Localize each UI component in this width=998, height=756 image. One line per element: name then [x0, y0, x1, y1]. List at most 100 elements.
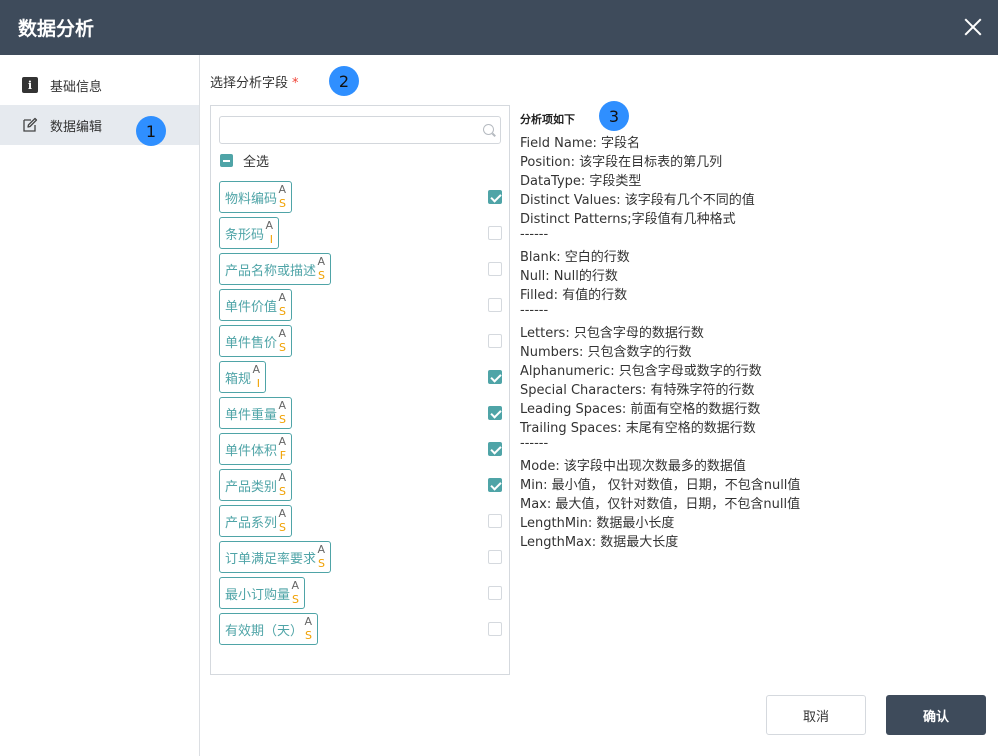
- analysis-item-line: LengthMax: 数据最大长度: [520, 535, 679, 550]
- field-select-label: 选择分析字段 *: [210, 72, 299, 91]
- indeterminate-checkbox-icon: [220, 154, 233, 167]
- confirm-button[interactable]: 确认: [886, 695, 986, 735]
- analysis-item-line: ------: [520, 227, 549, 242]
- field-checkbox[interactable]: [488, 622, 502, 636]
- field-type-bottom: S: [279, 485, 287, 498]
- field-tag[interactable]: 单件价值 A S: [219, 289, 293, 321]
- analysis-item-line: Special Characters: 有特殊字符的行数: [520, 383, 755, 398]
- field-checkbox[interactable]: [488, 298, 502, 312]
- analysis-item-line: ------: [520, 436, 549, 451]
- analysis-item-line: Trailing Spaces: 末尾有空格的数据行数: [520, 421, 756, 436]
- required-mark: *: [292, 76, 299, 91]
- field-checkbox[interactable]: [488, 370, 502, 384]
- sidebar-item-basic-info[interactable]: i 基础信息: [0, 65, 199, 105]
- dialog-title: 数据分析: [18, 18, 95, 40]
- analysis-item-line: Blank: 空白的行数: [520, 250, 630, 265]
- select-all-checkbox[interactable]: 全选: [220, 151, 269, 170]
- field-tag[interactable]: 单件售价 A S: [219, 325, 293, 357]
- edit-icon: [22, 117, 38, 133]
- field-name: 有效期（天）: [225, 623, 304, 639]
- field-name: 物料编码: [225, 191, 278, 207]
- field-checkbox[interactable]: [488, 550, 502, 564]
- field-checkbox[interactable]: [488, 262, 502, 276]
- field-type-bottom: F: [279, 449, 287, 462]
- field-checkbox[interactable]: [488, 586, 502, 600]
- field-type-bottom: S: [292, 593, 300, 606]
- field-type-top: A: [265, 219, 274, 232]
- field-tag[interactable]: 箱规 A I: [219, 361, 267, 393]
- field-type-bottom: S: [305, 629, 313, 642]
- sidebar-item-label: 数据编辑: [50, 119, 103, 135]
- analysis-item-line: Min: 最小值， 仅针对数值，日期，不包含null值: [520, 478, 801, 493]
- field-type-top: A: [278, 183, 287, 196]
- field-row: 箱规 A I: [219, 361, 502, 393]
- field-name: 产品类别: [225, 479, 278, 495]
- field-type-top: A: [278, 471, 287, 484]
- field-checkbox[interactable]: [488, 442, 502, 456]
- field-checkbox[interactable]: [488, 226, 502, 240]
- analysis-item-line: Null: Null的行数: [520, 269, 618, 284]
- field-type-top: A: [317, 255, 326, 268]
- analysis-item-line: Distinct Patterns;字段值有几种格式: [520, 212, 736, 227]
- field-type-bottom: S: [279, 197, 287, 210]
- field-checkbox[interactable]: [488, 190, 502, 204]
- field-name: 订单满足率要求: [225, 551, 317, 567]
- analysis-item-line: Filled: 有值的行数: [520, 288, 628, 303]
- field-type-top: A: [278, 399, 287, 412]
- field-type-top: A: [317, 543, 326, 556]
- field-type-top: A: [278, 435, 287, 448]
- analysis-item-line: Max: 最大值，仅针对数值，日期，不包含null值: [520, 497, 801, 512]
- select-all-label: 全选: [243, 155, 270, 170]
- field-checkbox[interactable]: [488, 514, 502, 528]
- field-type-top: A: [278, 507, 287, 520]
- cancel-button[interactable]: 取消: [766, 695, 866, 735]
- field-tag[interactable]: 产品类别 A S: [219, 469, 293, 501]
- field-row: 产品类别 A S: [219, 469, 502, 501]
- info-icon: i: [22, 77, 38, 93]
- field-row: 物料编码 A S: [219, 181, 502, 213]
- field-checkbox[interactable]: [488, 334, 502, 348]
- field-tag[interactable]: 产品名称或描述 A S: [219, 253, 332, 285]
- field-type-bottom: I: [269, 233, 274, 246]
- field-name: 单件售价: [225, 335, 278, 351]
- analysis-item-line: LengthMin: 数据最小长度: [520, 516, 675, 531]
- field-checkbox[interactable]: [488, 478, 502, 492]
- field-tag[interactable]: 单件重量 A S: [219, 397, 293, 429]
- field-type-top: A: [278, 291, 287, 304]
- field-type-bottom: S: [279, 521, 287, 534]
- field-tag[interactable]: 单件体积 A F: [219, 433, 293, 465]
- field-row: 订单满足率要求 A S: [219, 541, 502, 573]
- analysis-item-line: Position: 该字段在目标表的第几列: [520, 155, 723, 170]
- step-badge-1: 1: [136, 116, 166, 146]
- analysis-items-title: 分析项如下: [520, 113, 575, 126]
- field-type-top: A: [252, 363, 261, 376]
- field-tag[interactable]: 物料编码 A S: [219, 181, 293, 213]
- field-name: 产品名称或描述: [225, 263, 317, 279]
- field-tag[interactable]: 订单满足率要求 A S: [219, 541, 332, 573]
- analysis-item-line: Leading Spaces: 前面有空格的数据行数: [520, 402, 761, 417]
- field-row: 单件价值 A S: [219, 289, 502, 321]
- field-tag[interactable]: 有效期（天） A S: [219, 613, 319, 645]
- sidebar-item-label: 基础信息: [50, 79, 103, 95]
- field-row: 单件售价 A S: [219, 325, 502, 357]
- field-select-label-text: 选择分析字段: [210, 76, 289, 91]
- field-tag[interactable]: 条形码 A I: [219, 217, 280, 249]
- field-checkbox[interactable]: [488, 406, 502, 420]
- field-type-bottom: S: [279, 413, 287, 426]
- analysis-item-line: Distinct Values: 该字段有几个不同的值: [520, 193, 755, 208]
- search-icon: [483, 124, 494, 135]
- field-name: 最小订购量: [225, 587, 291, 603]
- field-tag[interactable]: 最小订购量 A S: [219, 577, 306, 609]
- field-name: 单件重量: [225, 407, 278, 423]
- field-type-bottom: S: [318, 269, 326, 282]
- field-tag[interactable]: 产品系列 A S: [219, 505, 293, 537]
- close-icon[interactable]: [958, 12, 988, 42]
- field-name: 产品系列: [225, 515, 278, 531]
- analysis-item-line: Alphanumeric: 只包含字母或数字的行数: [520, 364, 762, 379]
- search-input[interactable]: [219, 116, 501, 144]
- analysis-item-line: Numbers: 只包含数字的行数: [520, 345, 692, 360]
- sidebar-item-data-edit[interactable]: 数据编辑: [0, 105, 199, 145]
- field-row: 单件重量 A S: [219, 397, 502, 429]
- field-type-top: A: [304, 615, 313, 628]
- analysis-item-line: Field Name: 字段名: [520, 136, 641, 151]
